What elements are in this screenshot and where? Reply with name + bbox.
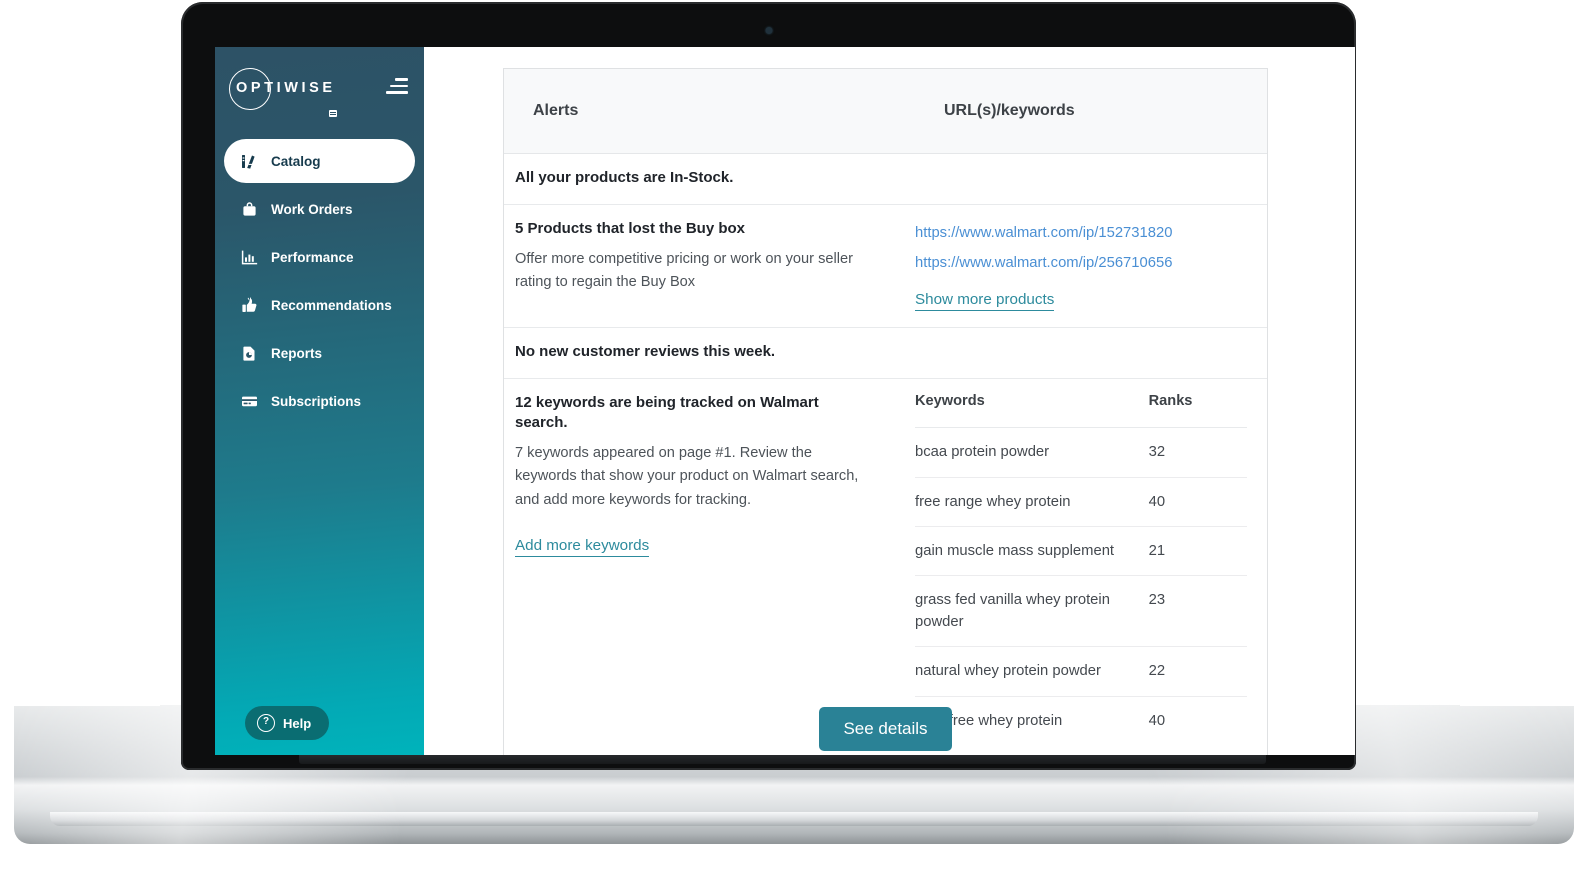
sidebar-item-catalog[interactable]: Catalog [224,139,415,183]
keyword-name: free range whey protein [915,477,1149,528]
logo-mark-icon [328,110,337,117]
keyword-row: grass fed vanilla whey protein powder 23 [915,575,1247,648]
keywords-cell: Keywords Ranks bcaa protein powder 32 fr… [884,379,1267,755]
urls-cell: https://www.walmart.com/ip/152731820 htt… [884,205,1267,327]
laptop-base-lip [50,812,1538,826]
keyword-name: gain muscle mass supplement [915,526,1149,577]
keyword-row: free range whey protein 40 [915,477,1247,528]
alert-cell: 5 Products that lost the Buy box Offer m… [504,205,884,327]
alert-title: 5 Products that lost the Buy box [515,220,746,238]
keyword-rank: 40 [1148,477,1247,528]
alert-title: All your products are In-Stock. [515,169,734,186]
see-details-container: See details [503,707,1268,751]
keyword-rank: 22 [1148,646,1247,697]
keyword-row: natural whey protein powder 22 [915,646,1247,697]
alerts-table-header: Alerts URL(s)/keywords [504,69,1267,154]
backdrop-mask-left [0,0,160,706]
sidebar-item-label: Recommendations [271,297,392,313]
main-content: Alerts URL(s)/keywords All your products… [424,47,1355,755]
alert-cell: All your products are In-Stock. [504,154,884,204]
show-more-products-link[interactable]: Show more products [915,291,1055,311]
help-button[interactable]: ? Help [245,706,330,740]
alert-title: No new customer reviews this week. [515,342,776,360]
sidebar-item-performance[interactable]: Performance [224,235,415,279]
sidebar-item-label: Work Orders [271,201,353,217]
document-icon [241,345,258,362]
sidebar-nav: Catalog Work Orders Performance Recommen… [215,139,424,427]
sidebar-item-label: Subscriptions [271,393,362,409]
bar-chart-icon [241,249,258,266]
urls-cell [884,328,1267,378]
column-header-urls: URL(s)/keywords [944,102,1075,119]
app-logo: OPTIWISE [228,66,337,117]
keyword-name: grass fed vanilla whey protein powder [915,575,1149,648]
laptop-lid: OPTIWISE Catalog Work Orders Performance… [181,2,1356,770]
laptop-mockup: OPTIWISE Catalog Work Orders Performance… [0,0,1583,895]
keyword-name: bcaa protein powder [915,427,1149,478]
hamburger-icon[interactable] [386,78,408,94]
thumbs-up-icon [241,296,258,314]
add-more-keywords-link[interactable]: Add more keywords [515,537,650,557]
help-button-label: Help [283,715,312,731]
column-header-rank: Ranks [1148,393,1247,429]
sidebar-item-label: Reports [271,345,323,361]
hamburger-line-2 [390,84,408,88]
catalog-icon [241,153,258,170]
urls-cell [884,154,1267,204]
keyword-rank: 32 [1148,427,1247,478]
keyword-row: bcaa protein powder 32 [915,427,1247,478]
sidebar-item-subscriptions[interactable]: Subscriptions [224,379,415,423]
table-row: 5 Products that lost the Buy box Offer m… [504,205,1267,328]
sidebar: OPTIWISE Catalog Work Orders Performance… [215,47,424,755]
backdrop-mask-right [1460,0,1583,706]
sidebar-item-work-orders[interactable]: Work Orders [224,187,415,231]
alerts-card: Alerts URL(s)/keywords All your products… [503,68,1268,755]
column-header-alerts: Alerts [533,102,579,119]
app-screen: OPTIWISE Catalog Work Orders Performance… [215,47,1355,755]
sidebar-item-label: Performance [271,249,354,265]
alert-title: 12 keywords are being tracked on Walmart… [515,394,819,432]
table-row: All your products are In-Stock. [504,154,1267,206]
column-header-keyword: Keywords [915,393,1149,429]
hamburger-line-3 [386,91,408,94]
credit-card-icon [241,393,258,410]
keywords-table-header-row: Keywords Ranks [915,393,1247,429]
keyword-rank: 23 [1148,575,1247,648]
keyword-rank: 21 [1148,526,1247,577]
alert-description: 7 keywords appeared on page #1. Review t… [515,444,859,508]
webcam-icon [765,27,772,34]
alert-cell: 12 keywords are being tracked on Walmart… [504,379,884,755]
briefcase-icon [241,201,258,218]
sidebar-item-label: Catalog [271,153,321,169]
logo-text: OPTIWISE [236,79,336,96]
keywords-table: Keywords Ranks bcaa protein powder 32 fr… [915,393,1247,745]
product-url-link[interactable]: https://www.walmart.com/ip/256710656 [915,249,1247,278]
keyword-name: natural whey protein powder [915,646,1149,697]
table-row: 12 keywords are being tracked on Walmart… [504,379,1267,755]
question-circle-icon: ? [257,714,275,732]
see-details-button[interactable]: See details [819,707,952,751]
hamburger-line-1 [395,78,408,81]
product-url-link[interactable]: https://www.walmart.com/ip/152731820 [915,219,1247,248]
sidebar-item-recommendations[interactable]: Recommendations [224,283,415,327]
table-row: No new customer reviews this week. [504,328,1267,380]
alert-description: Offer more competitive pricing or work o… [515,250,853,291]
sidebar-item-reports[interactable]: Reports [224,331,415,375]
alert-cell: No new customer reviews this week. [504,328,884,378]
sidebar-header: OPTIWISE [215,47,424,117]
keyword-row: gain muscle mass supplement 21 [915,526,1247,577]
